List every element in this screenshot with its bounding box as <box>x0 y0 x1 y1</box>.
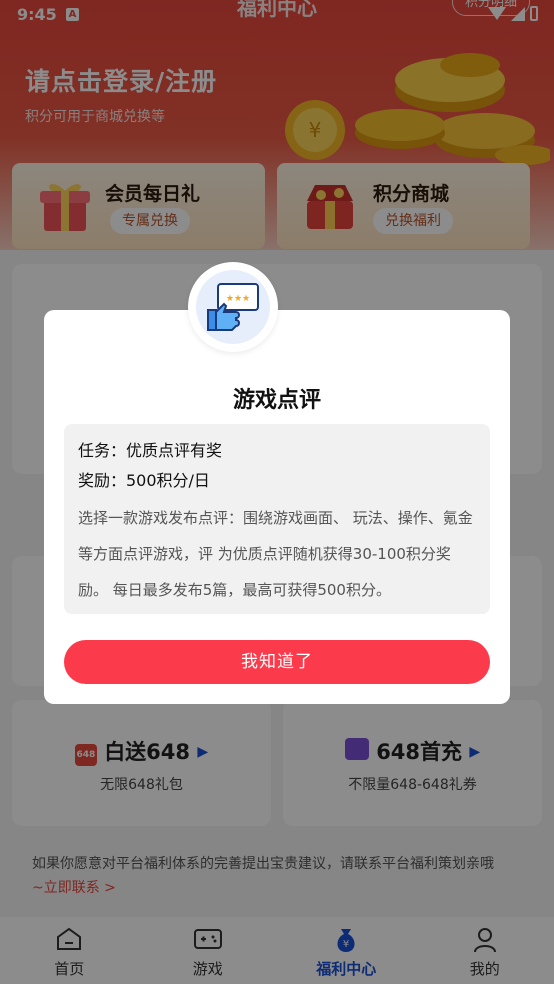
modal-info-box: 任务：优质点评有奖 奖励：500积分/日 选择一款游戏发布点评：围绕游戏画面、 … <box>64 424 490 614</box>
icon-circle: ★★★ <box>196 270 270 344</box>
modal-title: 游戏点评 <box>232 388 321 413</box>
reward-text: 奖励：500积分/日 <box>78 471 210 490</box>
thumbs-up-review-icon: ★★★ <box>207 283 259 331</box>
modal-icon-badge: ★★★ <box>188 262 278 352</box>
ok-button[interactable]: 我知道了 <box>64 640 490 684</box>
description-text: 选择一款游戏发布点评：围绕游戏画面、 玩法、操作、氪金等方面点评游戏，评 为优质… <box>78 509 473 599</box>
task-text: 任务：优质点评有奖 <box>78 441 223 460</box>
svg-text:★★★: ★★★ <box>226 294 250 304</box>
game-review-modal: 游戏点评 任务：优质点评有奖 奖励：500积分/日 选择一款游戏发布点评：围绕游… <box>44 310 510 704</box>
